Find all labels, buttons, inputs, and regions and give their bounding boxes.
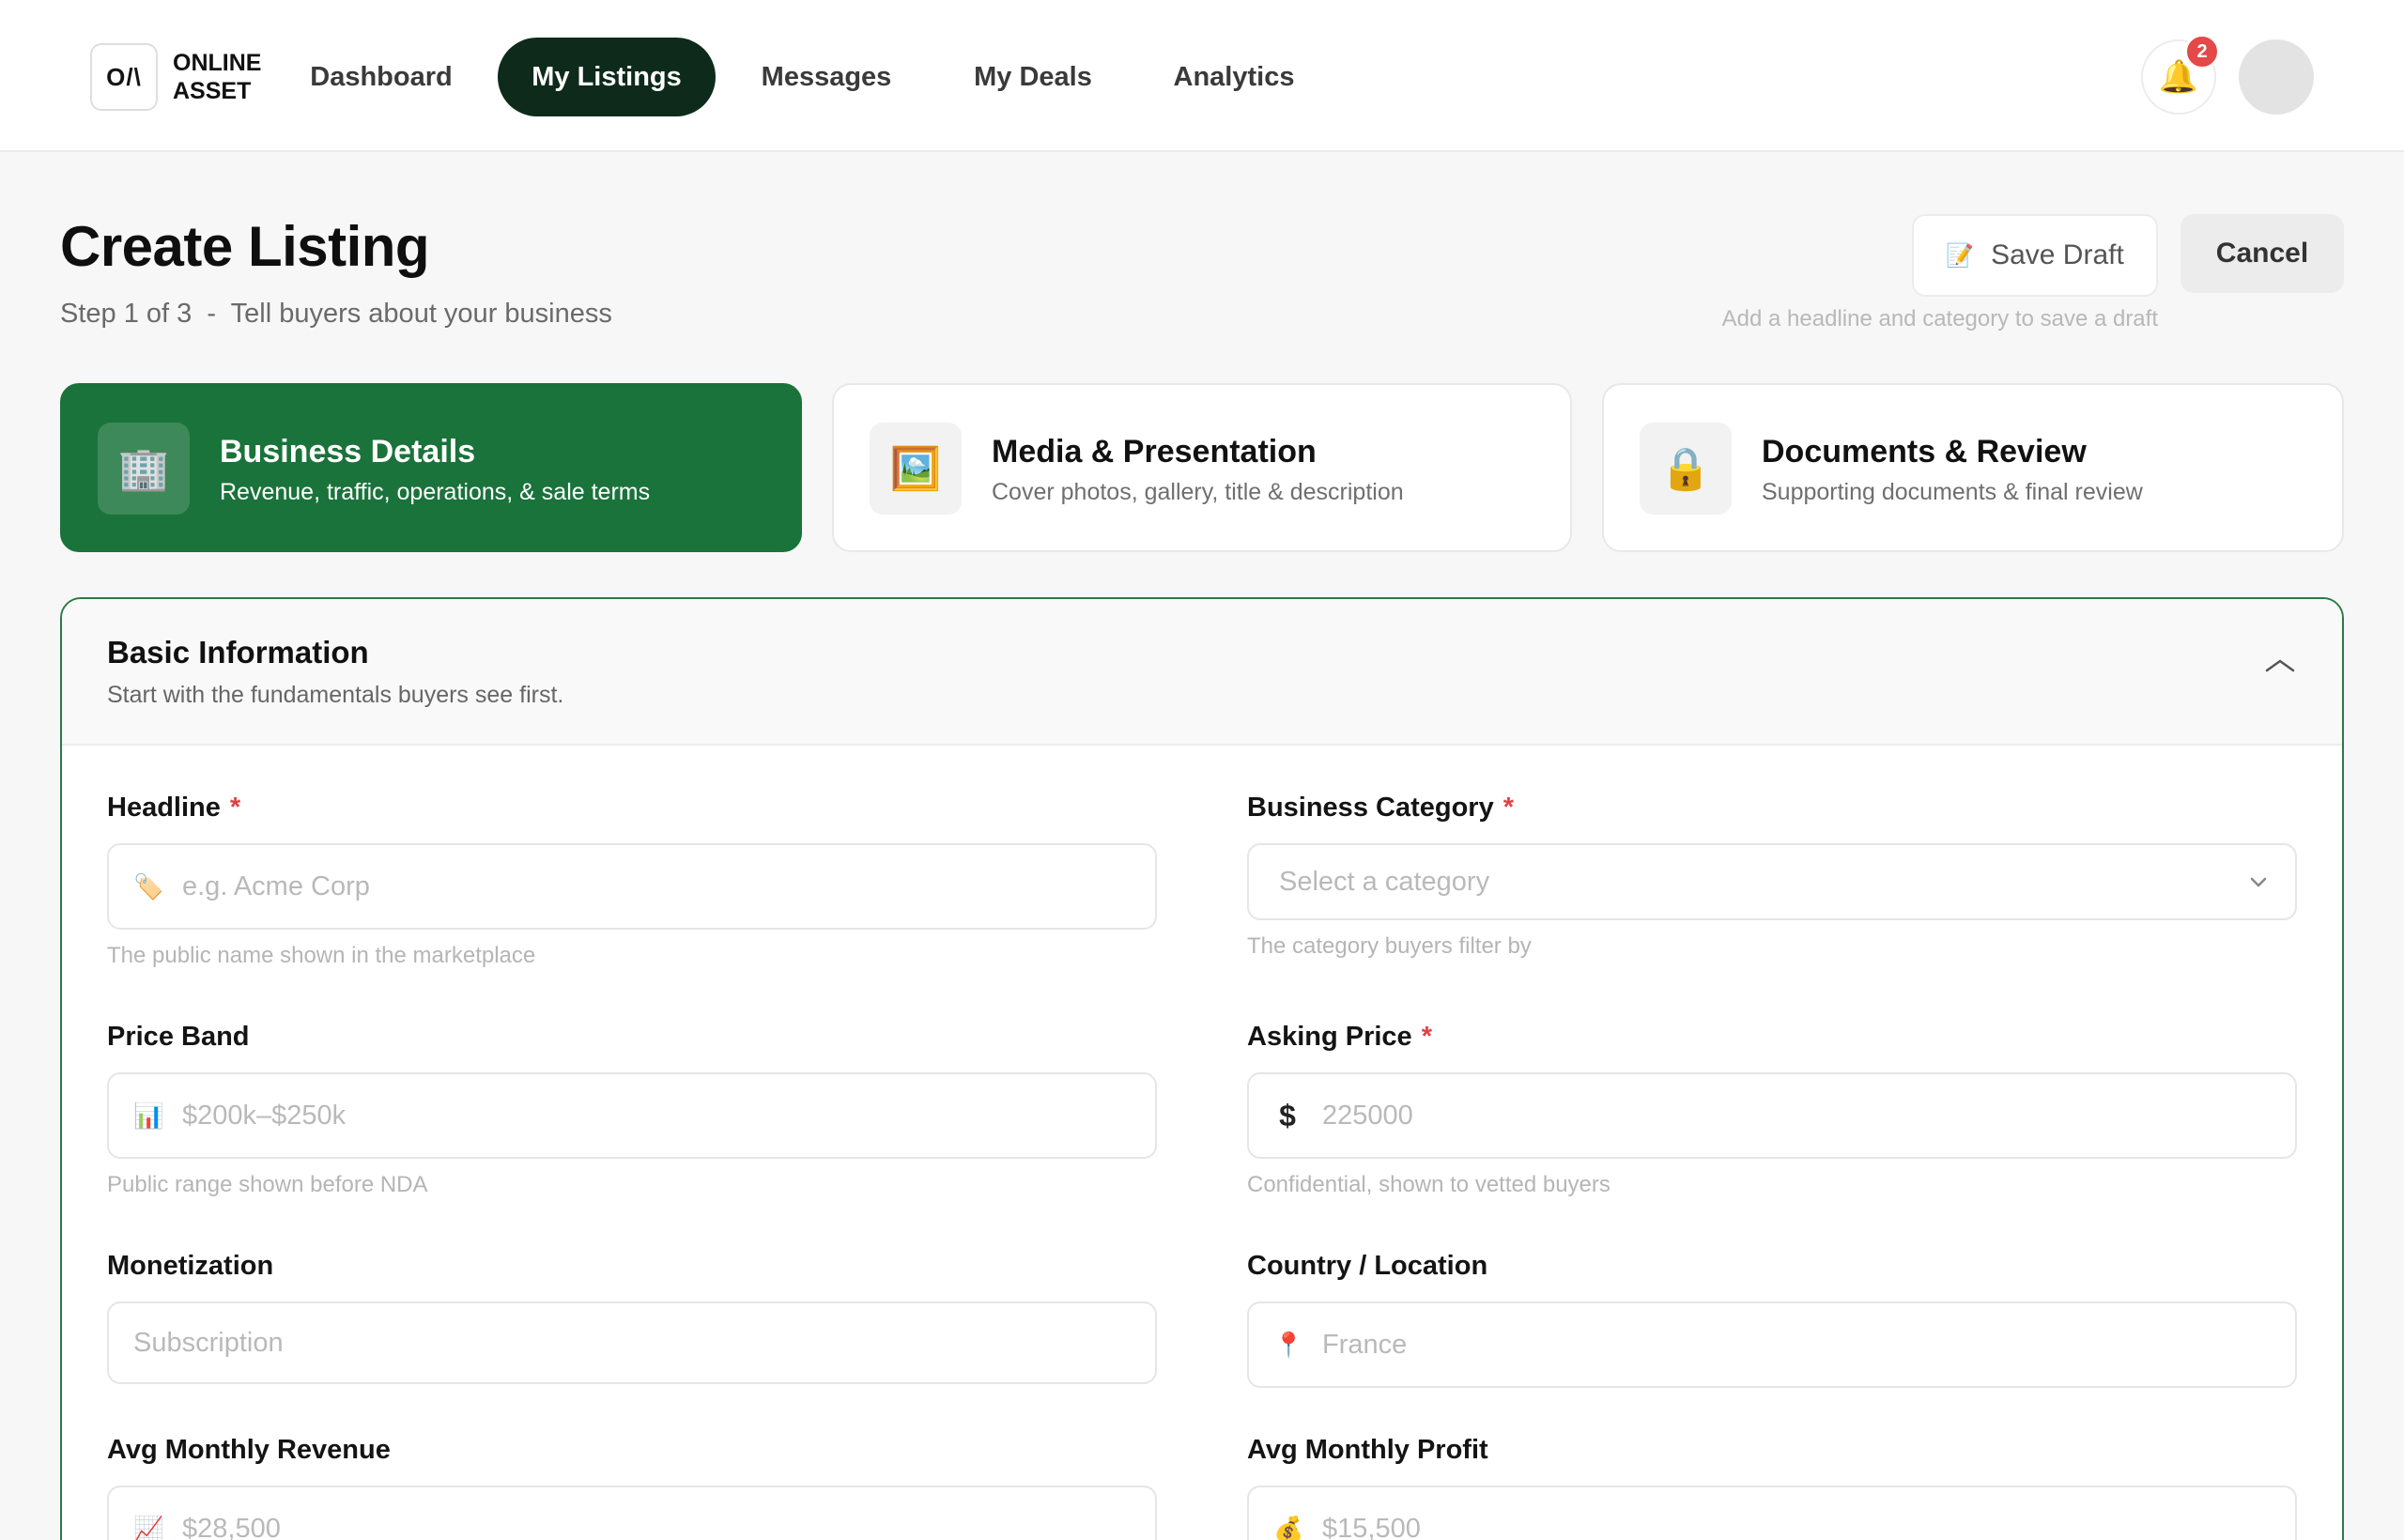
building-icon: 🏢 xyxy=(98,423,190,515)
section-title: Basic Information xyxy=(107,635,369,670)
logo-mark[interactable]: O/\ xyxy=(90,43,158,111)
avg-monthly-revenue-label: Avg Monthly Revenue xyxy=(107,1435,391,1465)
bar-chart-icon: 📊 xyxy=(133,1101,164,1130)
basic-information-card: Basic Information Start with the fundame… xyxy=(60,597,2344,1540)
headline-help: The public name shown in the marketplace xyxy=(107,943,536,968)
country-placeholder: France xyxy=(1322,1329,1408,1360)
top-navigation-bar: O/\ ONLINE ASSET Dashboard My Listings M… xyxy=(0,0,2404,152)
save-draft-label: Save Draft xyxy=(1991,239,2124,270)
country-location-input[interactable]: 📍 France xyxy=(1247,1301,2297,1388)
map-pin-icon: 📍 xyxy=(1273,1330,1304,1359)
lock-icon: 🔒 xyxy=(1640,423,1732,515)
step-title: Business Details xyxy=(220,434,476,470)
monetization-label: Monetization xyxy=(107,1251,274,1281)
brand-name: ONLINE ASSET xyxy=(173,50,262,104)
category-placeholder: Select a category xyxy=(1279,866,1490,897)
avg-monthly-profit-label: Avg Monthly Profit xyxy=(1247,1435,1488,1465)
dollar-icon: $ xyxy=(1279,1098,1296,1132)
nav-dashboard[interactable]: Dashboard xyxy=(287,38,475,116)
price-band-help: Public range shown before NDA xyxy=(107,1172,428,1197)
step-title: Documents & Review xyxy=(1762,434,2087,470)
nav-messages[interactable]: Messages xyxy=(740,38,913,116)
chevron-up-icon[interactable] xyxy=(2263,648,2297,682)
save-draft-hint: Add a headline and category to save a dr… xyxy=(1721,306,2158,331)
business-category-help: The category buyers filter by xyxy=(1247,933,1532,959)
price-band-placeholder: $200k–$250k xyxy=(182,1100,347,1131)
business-category-select[interactable]: Select a category xyxy=(1247,843,2297,920)
step-documents-review[interactable]: 🔒 Documents & Review Supporting document… xyxy=(1602,383,2344,552)
business-category-label: Business Category * xyxy=(1247,793,1514,823)
step-title: Media & Presentation xyxy=(992,434,1317,470)
tag-icon: 🏷️ xyxy=(133,871,164,901)
asking-price-help: Confidential, shown to vetted buyers xyxy=(1247,1172,1610,1197)
page-title: Create Listing xyxy=(60,215,430,278)
monetization-input[interactable]: Subscription xyxy=(107,1301,1157,1384)
section-header[interactable]: Basic Information Start with the fundame… xyxy=(62,599,2342,746)
headline-placeholder: e.g. Acme Corp xyxy=(182,870,370,901)
step-media-presentation[interactable]: 🖼️ Media & Presentation Cover photos, ga… xyxy=(832,383,1572,552)
price-band-input[interactable]: 📊 $200k–$250k xyxy=(107,1072,1157,1159)
avg-revenue-placeholder: $28,500 xyxy=(182,1513,281,1540)
memo-icon: 📝 xyxy=(1946,242,1975,269)
section-subtitle: Start with the fundamentals buyers see f… xyxy=(107,682,564,708)
asking-price-input[interactable]: $ 225000 xyxy=(1247,1072,2297,1159)
save-draft-button[interactable]: 📝 Save Draft xyxy=(1912,214,2158,297)
nav-analytics[interactable]: Analytics xyxy=(1151,38,1317,116)
monetization-placeholder: Subscription xyxy=(133,1327,284,1358)
headline-input[interactable]: 🏷️ e.g. Acme Corp xyxy=(107,843,1157,930)
user-avatar[interactable] xyxy=(2239,39,2314,115)
nav-my-deals[interactable]: My Deals xyxy=(954,38,1112,116)
money-bag-icon: 💰 xyxy=(1273,1514,1304,1540)
cancel-button[interactable]: Cancel xyxy=(2181,214,2344,293)
step-business-details[interactable]: 🏢 Business Details Revenue, traffic, ope… xyxy=(60,383,802,552)
asking-price-label: Asking Price * xyxy=(1247,1022,1432,1052)
step-description: Cover photos, gallery, title & descripti… xyxy=(992,479,1404,505)
avg-monthly-profit-input[interactable]: 💰 $15,500 xyxy=(1247,1486,2297,1540)
step-description: Revenue, traffic, operations, & sale ter… xyxy=(220,479,651,505)
picture-icon: 🖼️ xyxy=(870,423,962,515)
chevron-down-icon xyxy=(2250,877,2267,887)
page-subtitle: Step 1 of 3 - Tell buyers about your bus… xyxy=(60,299,612,329)
trend-chart-icon: 📈 xyxy=(133,1514,164,1540)
step-description: Supporting documents & final review xyxy=(1762,479,2143,505)
price-band-label: Price Band xyxy=(107,1022,250,1052)
notification-count-badge: 2 xyxy=(2184,34,2220,69)
asking-price-placeholder: 225000 xyxy=(1322,1100,1413,1131)
headline-label: Headline * xyxy=(107,793,241,823)
country-location-label: Country / Location xyxy=(1247,1251,1488,1281)
nav-my-listings[interactable]: My Listings xyxy=(498,38,716,116)
avg-monthly-revenue-input[interactable]: 📈 $28,500 xyxy=(107,1486,1157,1540)
avg-profit-placeholder: $15,500 xyxy=(1322,1513,1421,1540)
